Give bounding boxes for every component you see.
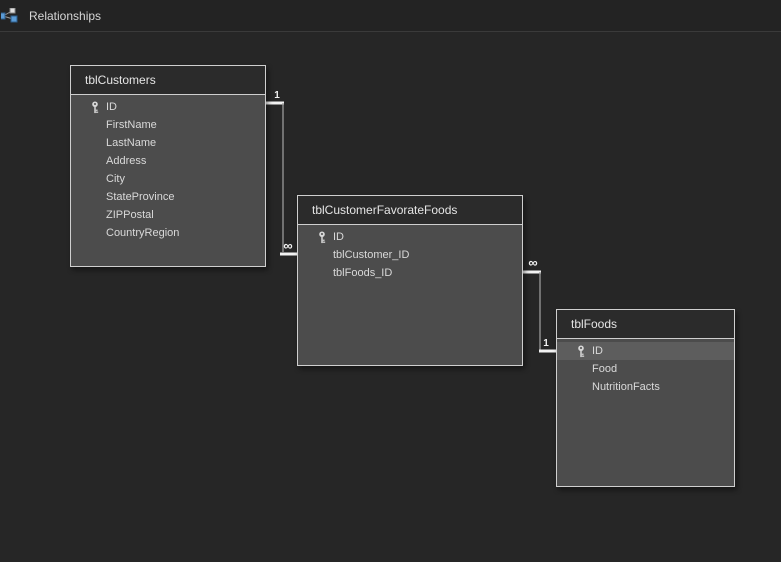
- field-row[interactable]: StateProvince: [71, 188, 265, 206]
- relationship-line-customers-favfoods[interactable]: 1 ∞: [265, 90, 297, 256]
- primary-key-icon: [91, 100, 106, 114]
- field-row[interactable]: ID: [71, 98, 265, 116]
- field-name: ID: [333, 231, 344, 243]
- field-name: StateProvince: [106, 191, 175, 203]
- field-row[interactable]: tblCustomer_ID: [298, 246, 522, 264]
- field-name: LastName: [106, 137, 157, 149]
- field-row[interactable]: ZIPPostal: [71, 206, 265, 224]
- field-name: tblFoods_ID: [333, 267, 393, 279]
- field-name: CountryRegion: [106, 227, 180, 239]
- primary-key-icon: [318, 230, 333, 244]
- field-name: City: [106, 173, 125, 185]
- field-list: ID FirstName LastName Address City State…: [71, 95, 265, 242]
- field-name: ID: [106, 101, 117, 113]
- field-row[interactable]: City: [71, 170, 265, 188]
- field-name: ZIPPostal: [106, 209, 154, 221]
- field-row-selected[interactable]: ID: [557, 342, 734, 360]
- table-window-tblfoods[interactable]: tblFoods ID Food NutritionFacts: [556, 309, 735, 487]
- cardinality-many-label: ∞: [528, 255, 537, 270]
- tab-relationships[interactable]: Relationships: [0, 0, 111, 31]
- field-list: ID tblCustomer_ID tblFoods_ID: [298, 225, 522, 282]
- table-title[interactable]: tblFoods: [557, 310, 734, 339]
- table-window-tblcustomers[interactable]: tblCustomers ID FirstName LastName Addre…: [70, 65, 266, 267]
- field-name: Food: [592, 363, 618, 375]
- relationship-line-favfoods-foods[interactable]: ∞ 1: [523, 255, 556, 353]
- field-row[interactable]: tblFoods_ID: [298, 264, 522, 282]
- table-title[interactable]: tblCustomers: [71, 66, 265, 95]
- field-list: ID Food NutritionFacts: [557, 339, 734, 396]
- field-row[interactable]: Food: [557, 360, 734, 378]
- primary-key-icon: [577, 344, 592, 358]
- field-row[interactable]: ID: [298, 228, 522, 246]
- field-name: tblCustomer_ID: [333, 249, 410, 261]
- tab-title: Relationships: [29, 8, 102, 23]
- table-window-tblcustomerfavoratefoods[interactable]: tblCustomerFavorateFoods ID tblCustomer_…: [297, 195, 523, 366]
- cardinality-one-label: 1: [274, 90, 280, 101]
- relationships-icon: [1, 8, 18, 23]
- field-name: ID: [592, 345, 603, 357]
- field-row[interactable]: Address: [71, 152, 265, 170]
- field-name: FirstName: [106, 119, 157, 131]
- field-row[interactable]: CountryRegion: [71, 224, 265, 242]
- field-row[interactable]: LastName: [71, 134, 265, 152]
- field-name: Address: [106, 155, 147, 167]
- field-name: NutritionFacts: [592, 381, 660, 393]
- field-row[interactable]: FirstName: [71, 116, 265, 134]
- field-row[interactable]: NutritionFacts: [557, 378, 734, 396]
- tab-bar: Relationships: [0, 0, 781, 32]
- cardinality-many-label: ∞: [283, 238, 292, 253]
- cardinality-one-label: 1: [543, 338, 549, 349]
- table-title[interactable]: tblCustomerFavorateFoods: [298, 196, 522, 225]
